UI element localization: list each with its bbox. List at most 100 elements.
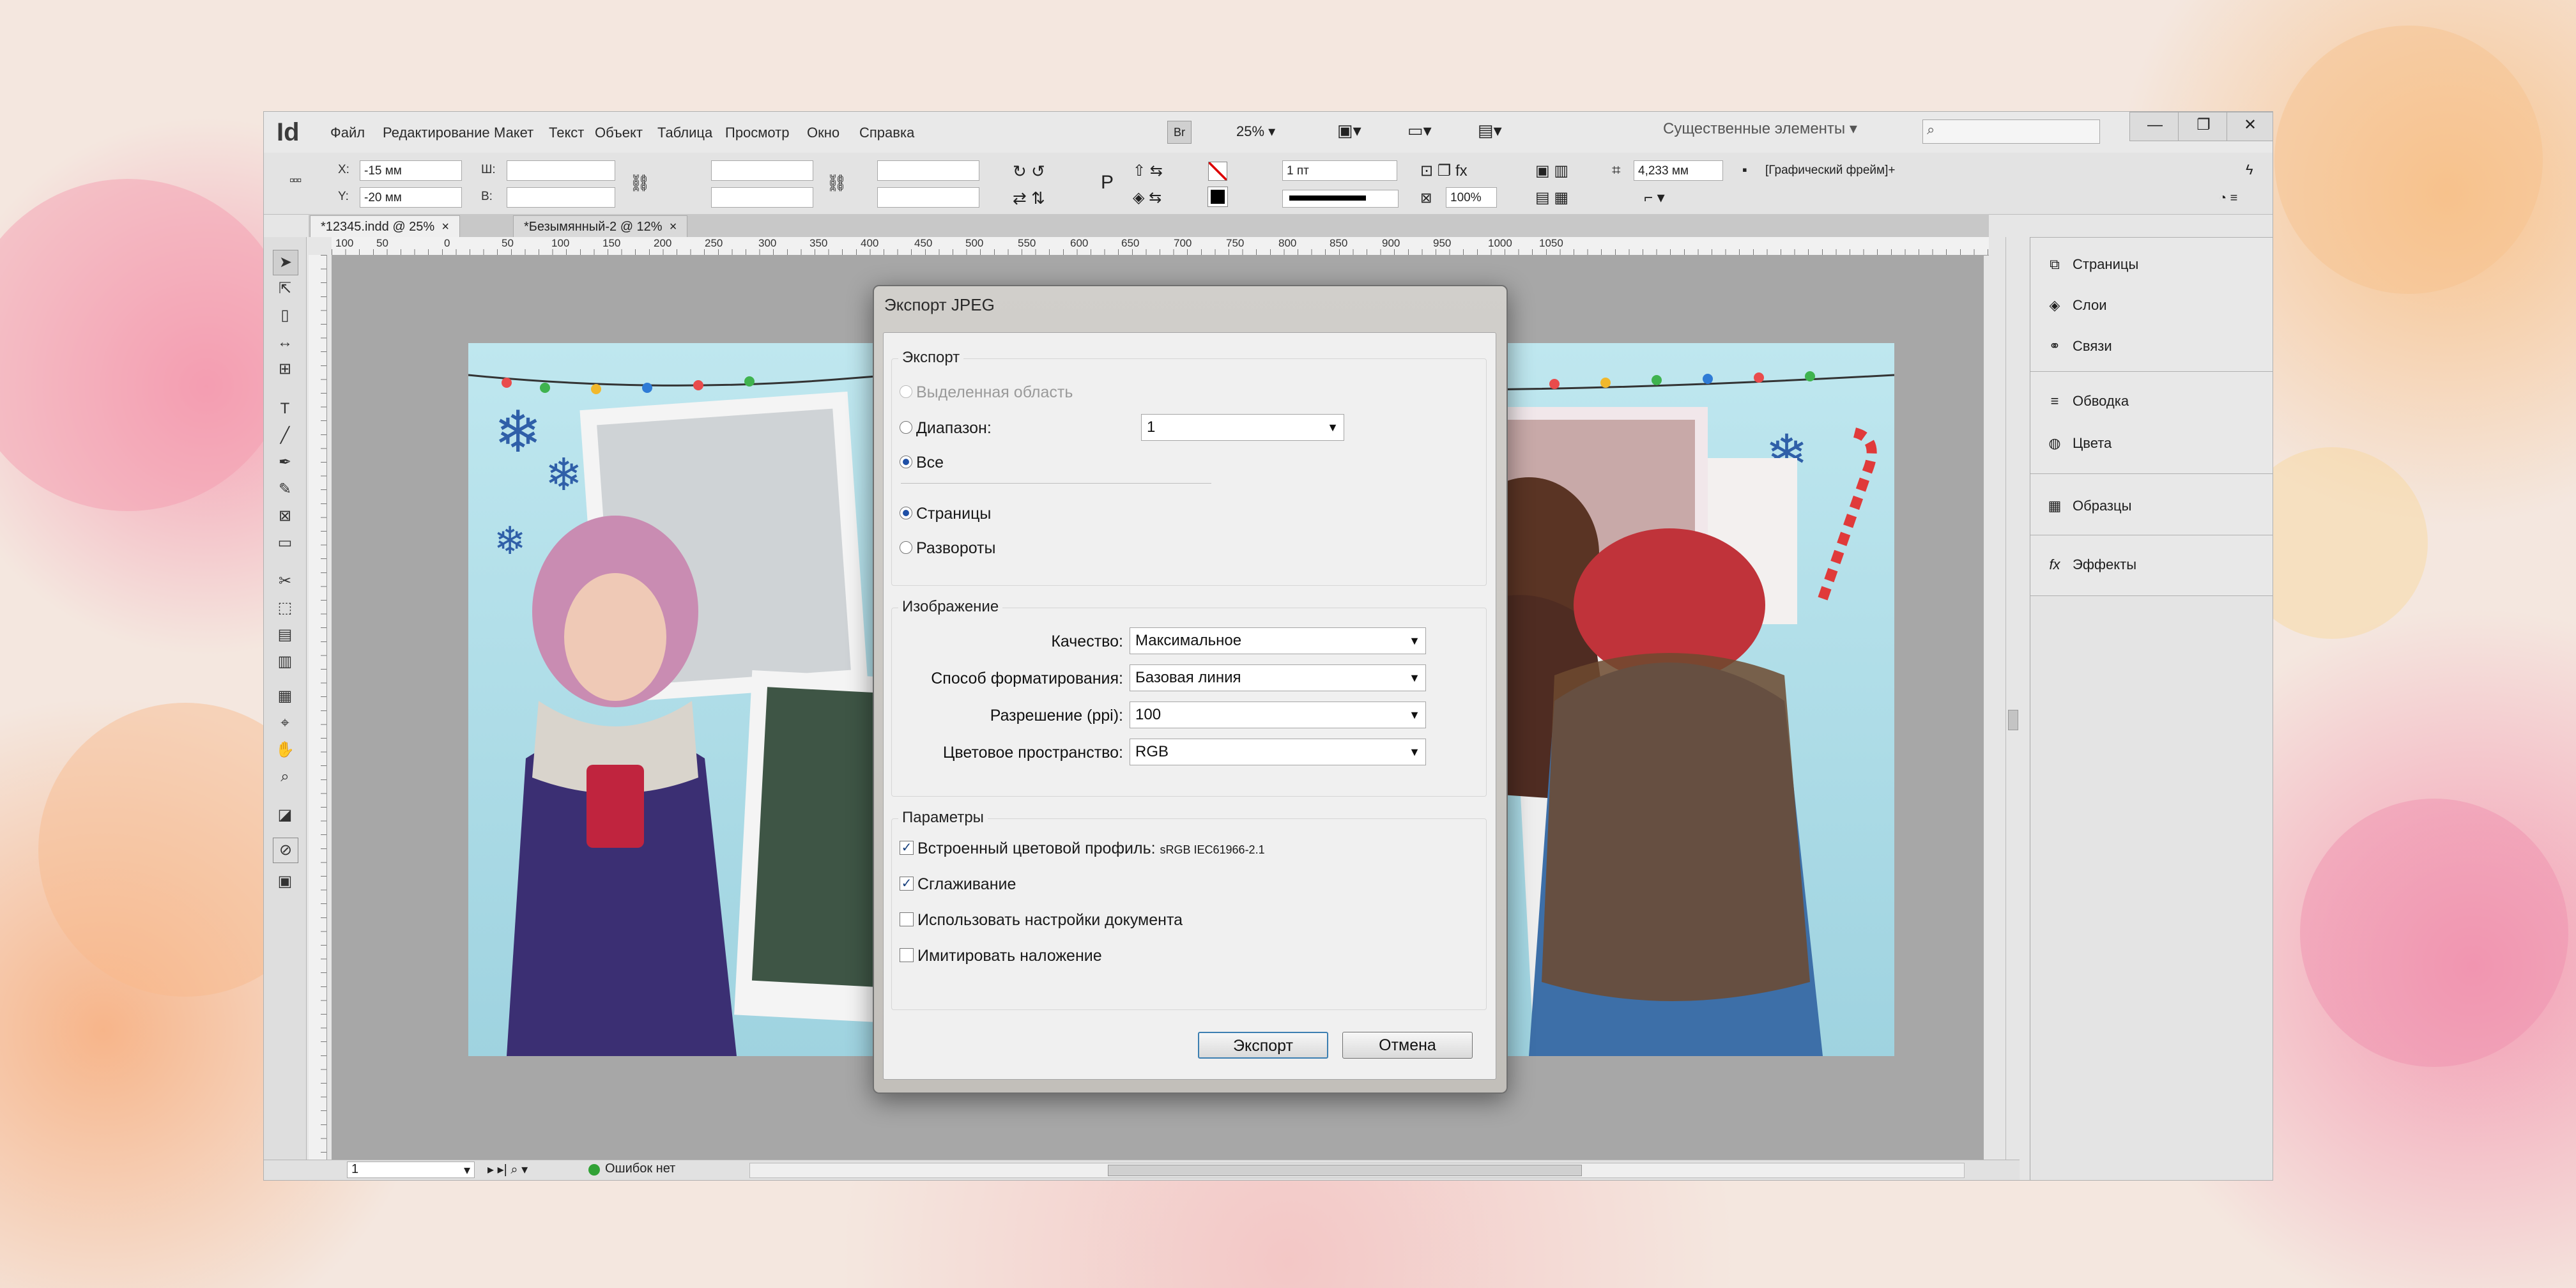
constrain-proportions-icon[interactable]: ⛓	[629, 173, 650, 193]
screen-mode-icon[interactable]: ▭▾	[1407, 121, 1432, 141]
height-field[interactable]	[507, 187, 615, 208]
radio-button[interactable]	[900, 507, 912, 520]
gradient-feather-icon[interactable]: ▥	[273, 650, 297, 674]
screen-mode-tool-icon[interactable]: ▣	[273, 870, 297, 894]
panel-swatches[interactable]: ▦ Образцы	[2044, 492, 2132, 520]
radio-button[interactable]	[900, 385, 912, 399]
stroke-weight-field[interactable]: 1 пт	[1282, 160, 1397, 181]
checkbox[interactable]: ✓	[900, 877, 914, 891]
checkbox[interactable]: ✓	[900, 841, 914, 855]
type-tool-icon[interactable]: T	[273, 397, 297, 421]
apply-none-icon[interactable]: ⊘	[273, 838, 298, 863]
eyedropper-tool-icon[interactable]: ⌖	[273, 711, 297, 735]
panel-menu-icon[interactable]: ◔ ≡	[2219, 191, 2237, 206]
maximize-button[interactable]: ❐	[2178, 112, 2229, 141]
corner-options-icon[interactable]: ⌐ ▾	[1644, 188, 1665, 207]
search-input[interactable]: ⌕	[1922, 119, 2100, 144]
scale-y-field[interactable]	[711, 187, 813, 208]
minimize-button[interactable]: —	[2129, 112, 2181, 141]
view-options-icon[interactable]: ▣▾	[1337, 121, 1361, 141]
select-next-icon[interactable]: ⇧ ⇆	[1133, 162, 1163, 180]
horizontal-scrollbar[interactable]	[749, 1163, 1965, 1178]
flip-icon[interactable]: ⇄ ⇅	[1013, 188, 1045, 208]
hand-tool-icon[interactable]: ✋	[273, 738, 297, 762]
scroll-thumb[interactable]	[1108, 1165, 1582, 1176]
export-button[interactable]: Экспорт	[1198, 1032, 1328, 1059]
page-tool-icon[interactable]: ▯	[273, 303, 297, 328]
checkbox-antialias[interactable]: ✓ Сглаживание	[900, 875, 1016, 894]
object-style-select[interactable]: [Графический фрейм]+	[1761, 160, 1947, 181]
y-position-field[interactable]: -20 мм	[360, 187, 462, 208]
pen-tool-icon[interactable]: ✒	[273, 450, 297, 475]
effects-shadow-icon[interactable]: ⊡ ❐ fx	[1420, 162, 1468, 180]
panel-effects[interactable]: fx Эффекты	[2044, 551, 2136, 579]
stroke-type-select[interactable]	[1282, 190, 1399, 208]
cancel-button[interactable]: Отмена	[1342, 1032, 1473, 1059]
checkbox[interactable]	[900, 912, 914, 927]
menu-type[interactable]: Текст	[549, 125, 584, 141]
radio-all[interactable]: Все	[900, 454, 944, 472]
fill-stroke-icon[interactable]: ◪	[273, 803, 297, 827]
fill-none-icon[interactable]	[1208, 162, 1227, 181]
format-method-select[interactable]: Базовая линия ▼	[1130, 664, 1426, 691]
page-number-field[interactable]: 1 ▾	[347, 1162, 475, 1178]
close-window-button[interactable]: ✕	[2227, 112, 2273, 141]
scroll-thumb[interactable]	[2008, 710, 2018, 730]
lightning-icon[interactable]: ϟ	[2246, 162, 2253, 178]
colorspace-select[interactable]: RGB ▼	[1130, 739, 1426, 765]
vertical-scrollbar[interactable]	[2005, 237, 2020, 1160]
menu-help[interactable]: Справка	[859, 125, 914, 141]
tab-untitled-2[interactable]: *Безымянный-2 @ 12% ×	[513, 215, 688, 237]
selection-tool-icon[interactable]: ➤	[273, 250, 298, 275]
free-transform-icon[interactable]: ⬚	[273, 596, 297, 620]
reference-point-icon[interactable]: ▫▫▫	[289, 172, 302, 188]
scale-x-field[interactable]	[711, 160, 813, 181]
menu-object[interactable]: Объект	[595, 125, 643, 141]
panel-stroke[interactable]: ≡ Обводка	[2044, 387, 2129, 415]
menu-edit[interactable]: Редактирование	[383, 125, 490, 141]
radio-button[interactable]	[900, 421, 912, 434]
panel-pages[interactable]: ⧉ Страницы	[2044, 250, 2138, 279]
close-tab-icon[interactable]: ×	[670, 220, 677, 234]
select-container-icon[interactable]: P	[1101, 172, 1114, 194]
select-content-icon[interactable]: ◈ ⇆	[1133, 188, 1162, 207]
arrange-documents-icon[interactable]: ▤▾	[1478, 121, 1502, 141]
radio-spreads[interactable]: Развороты	[900, 539, 996, 558]
radio-button[interactable]	[900, 456, 912, 469]
panel-color[interactable]: ◍ Цвета	[2044, 429, 2112, 457]
checkbox[interactable]	[900, 948, 914, 963]
tab-12345[interactable]: *12345.indd @ 25% ×	[310, 215, 461, 237]
frame-fitting-icon-2[interactable]: ▤ ▦	[1535, 188, 1568, 207]
rotation-field[interactable]	[877, 160, 979, 181]
scissors-tool-icon[interactable]: ✂	[273, 569, 297, 594]
menu-view[interactable]: Просмотр	[725, 125, 789, 141]
close-tab-icon[interactable]: ×	[441, 220, 449, 234]
radio-pages[interactable]: Страницы	[900, 505, 991, 523]
bridge-icon[interactable]: Br	[1167, 121, 1192, 144]
checkbox-simulate-overprint[interactable]: Имитировать наложение	[900, 947, 1102, 965]
line-tool-icon[interactable]: ╱	[273, 424, 297, 448]
stroke-width-field[interactable]: 4,233 мм	[1634, 160, 1723, 181]
zoom-tool-icon[interactable]: ⌕	[273, 765, 297, 789]
zoom-level[interactable]: 25% ▾	[1236, 123, 1275, 140]
rotate-icon[interactable]: ↻ ↺	[1013, 162, 1045, 181]
frame-fitting-icon[interactable]: ▣ ▥	[1535, 162, 1568, 180]
panel-links[interactable]: ⚭ Связи	[2044, 332, 2112, 360]
x-position-field[interactable]: -15 мм	[360, 160, 462, 181]
resolution-select[interactable]: 100 ▼	[1130, 702, 1426, 728]
gradient-swatch-icon[interactable]: ▤	[273, 623, 297, 647]
rectangle-frame-icon[interactable]: ⊠	[273, 504, 297, 528]
menu-table[interactable]: Таблица	[657, 125, 712, 141]
stroke-swatch-icon[interactable]	[1208, 187, 1228, 207]
constrain-scale-icon[interactable]: ⛓	[826, 173, 847, 193]
panel-layers[interactable]: ◈ Слои	[2044, 291, 2107, 319]
menu-layout[interactable]: Макет	[494, 125, 533, 141]
menu-window[interactable]: Окно	[807, 125, 839, 141]
direct-selection-icon[interactable]: ⇱	[273, 277, 297, 301]
width-field[interactable]	[507, 160, 615, 181]
radio-button[interactable]	[900, 541, 912, 555]
shear-field[interactable]	[877, 187, 979, 208]
vertical-ruler[interactable]	[309, 255, 327, 1160]
rectangle-tool-icon[interactable]: ▭	[273, 531, 297, 555]
workspace-select[interactable]: Существенные элементы ▾	[1663, 119, 1893, 144]
